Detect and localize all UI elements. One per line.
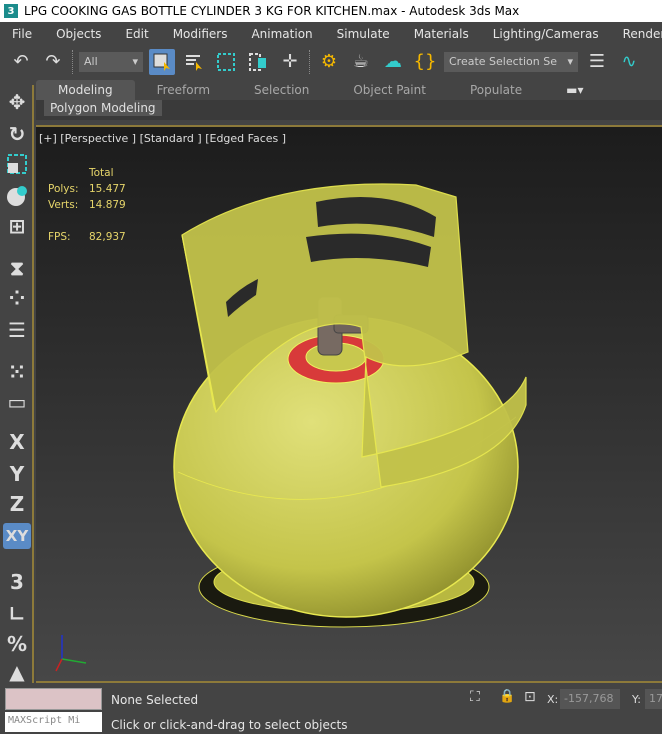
spacing-icon[interactable]: ☰ <box>3 317 31 343</box>
axis-x-button[interactable]: X <box>3 429 31 455</box>
status-bar: MAXScript Mi None Selected Click or clic… <box>0 685 662 734</box>
snaps-toggle-button[interactable]: 3 <box>3 569 31 595</box>
tab-populate[interactable]: Populate <box>448 80 544 100</box>
menu-rendering[interactable]: Rendering <box>611 27 662 41</box>
title-bar: 3 LPG COOKING GAS BOTTLE CYLINDER 3 KG F… <box>0 0 662 22</box>
redo-icon[interactable]: ↷ <box>40 49 66 75</box>
place-icon[interactable] <box>3 183 31 209</box>
snap-grid-icon[interactable]: ⁙ <box>3 359 31 385</box>
axis-tripod <box>55 635 87 672</box>
left-toolbar: ✥ ↻ ⊞ ⧗ ⁘ ☰ ⁙ ▭ X Y Z XY 3 ∟ % ▲ <box>0 85 34 685</box>
window-crossing-icon[interactable] <box>245 49 271 75</box>
separator <box>72 49 73 74</box>
ribbon-options-icon[interactable]: ▬▾ <box>544 80 605 100</box>
select-by-name-icon[interactable] <box>181 49 207 75</box>
y-coordinate-field[interactable]: 176 <box>645 689 662 709</box>
undo-icon[interactable]: ↶ <box>8 49 34 75</box>
maxscript-mini-listener[interactable]: MAXScript Mi <box>5 712 102 732</box>
perspective-viewport[interactable]: [+] [Perspective ] [Standard ] [Edged Fa… <box>36 125 662 683</box>
window-title: LPG COOKING GAS BOTTLE CYLINDER 3 KG FOR… <box>24 4 520 18</box>
y-label: Y: <box>632 693 641 706</box>
x-coordinate-field[interactable]: -157,768 <box>560 689 620 709</box>
tab-modeling[interactable]: Modeling <box>36 80 135 100</box>
axis-xy-button[interactable]: XY <box>3 523 31 549</box>
ribbon-panel: Polygon Modeling <box>36 100 662 120</box>
script-editor-icon[interactable]: {} <box>412 49 438 75</box>
angle-snap-icon[interactable]: ∟ <box>3 601 31 627</box>
menu-lighting-cameras[interactable]: Lighting/Cameras <box>481 27 611 41</box>
move-icon[interactable]: ✛ <box>277 49 303 75</box>
tab-selection[interactable]: Selection <box>232 80 331 100</box>
separator <box>309 49 310 74</box>
render-setup-icon[interactable]: ⚙ <box>316 49 342 75</box>
menu-edit[interactable]: Edit <box>113 27 160 41</box>
absolute-mode-icon[interactable]: ⊡ <box>524 689 536 705</box>
select-object-icon[interactable] <box>149 48 175 75</box>
rotate-icon[interactable]: ↻ <box>3 121 31 147</box>
menu-objects[interactable]: Objects <box>44 27 113 41</box>
named-selection-value: Create Selection Se <box>449 55 557 68</box>
tab-freeform[interactable]: Freeform <box>135 80 232 100</box>
percent-snap-icon[interactable]: % <box>3 631 31 657</box>
mirror-icon[interactable]: ⧗ <box>3 255 31 281</box>
axis-y-button[interactable]: Y <box>3 461 31 487</box>
selection-filter-dropdown[interactable]: All ▾ <box>79 51 143 72</box>
axis-z-button[interactable]: Z <box>3 491 31 517</box>
lock-icon[interactable]: 🔒 <box>499 689 515 704</box>
chevron-down-icon: ▾ <box>567 55 573 68</box>
x-label: X: <box>547 693 559 706</box>
selection-status: None Selected <box>111 693 199 707</box>
isolate-selection-icon[interactable]: ⛶ <box>470 689 480 705</box>
align-icon[interactable]: ⊞ <box>3 213 31 239</box>
menu-animation[interactable]: Animation <box>239 27 324 41</box>
menu-bar: File Objects Edit Modifiers Animation Si… <box>0 22 662 45</box>
ribbon-tabs: Modeling Freeform Selection Object Paint… <box>36 80 662 100</box>
maxscript-listener-output[interactable] <box>5 688 102 710</box>
move-icon[interactable]: ✥ <box>3 89 31 115</box>
render-cloud-icon[interactable]: ☁ <box>380 49 406 75</box>
prompt-line: Click or click-and-drag to select object… <box>111 718 348 732</box>
menu-file[interactable]: File <box>0 27 44 41</box>
menu-simulate[interactable]: Simulate <box>325 27 402 41</box>
ruler-icon[interactable]: ▭ <box>3 389 31 415</box>
gas-cylinder-model[interactable] <box>36 127 662 683</box>
menu-materials[interactable]: Materials <box>402 27 481 41</box>
curve-editor-icon[interactable]: ∿ <box>616 49 642 75</box>
app-logo-icon: 3 <box>4 4 18 18</box>
scale-icon[interactable] <box>3 151 31 177</box>
layer-explorer-icon[interactable]: ☰ <box>584 49 610 75</box>
named-selection-dropdown[interactable]: Create Selection Se ▾ <box>444 51 578 72</box>
selection-filter-value: All <box>84 55 98 68</box>
polygon-modeling-button[interactable]: Polygon Modeling <box>44 100 162 116</box>
menu-modifiers[interactable]: Modifiers <box>161 27 240 41</box>
chevron-down-icon: ▾ <box>132 55 138 68</box>
tab-object-paint[interactable]: Object Paint <box>331 80 448 100</box>
rectangular-selection-icon[interactable] <box>213 49 239 75</box>
spinner-snap-icon[interactable]: ▲ <box>3 659 31 685</box>
main-toolbar: ↶ ↷ All ▾ ✛ ⚙ ☕ ☁ {} Create Selection Se ▾… <box>0 45 662 78</box>
render-frame-icon[interactable]: ☕ <box>348 49 374 75</box>
array-icon[interactable]: ⁘ <box>3 285 31 311</box>
